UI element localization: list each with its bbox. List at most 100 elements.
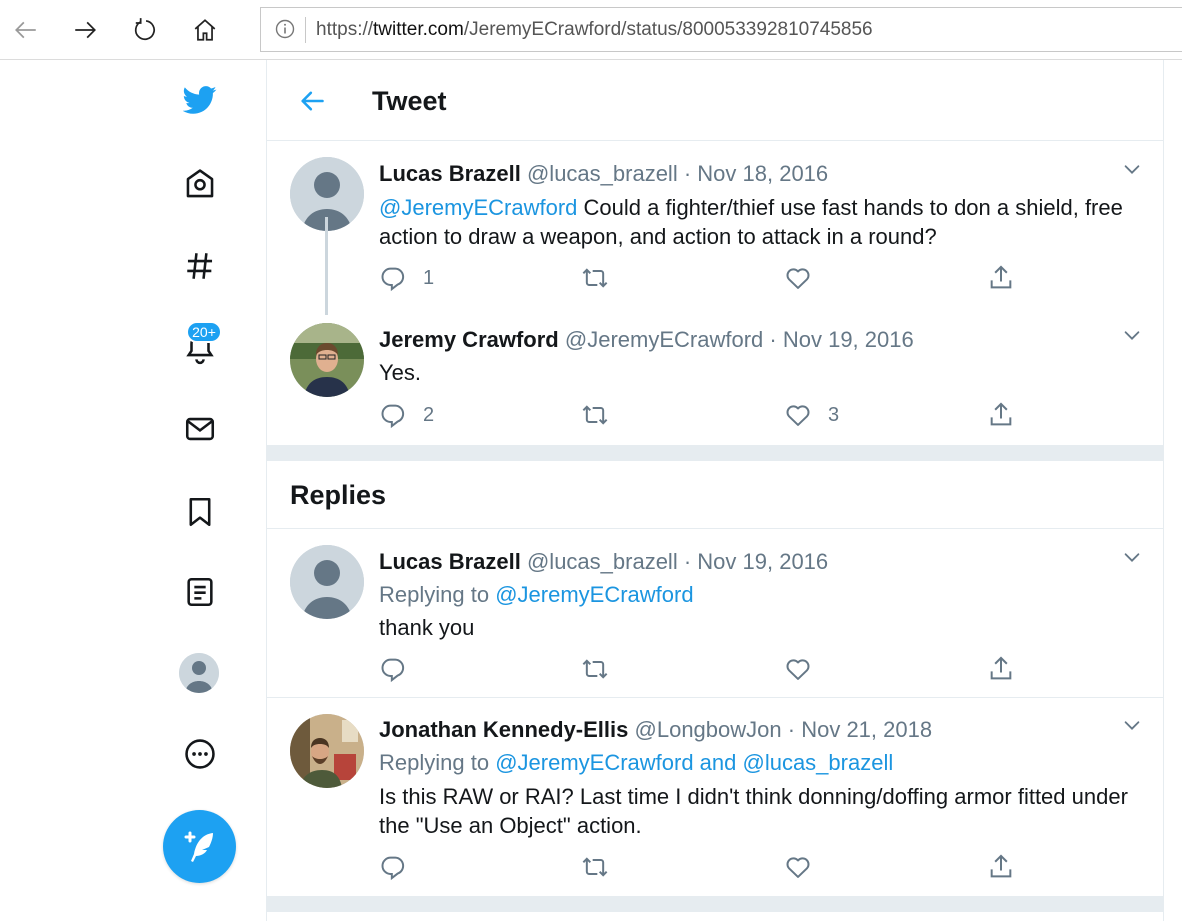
share-icon xyxy=(990,854,1012,878)
replies-heading: Replies xyxy=(290,480,387,510)
display-name[interactable]: Jeremy Crawford xyxy=(379,327,559,352)
tweet-actions: 1 xyxy=(379,262,1139,294)
like-button[interactable]: 3 xyxy=(784,399,839,431)
retweet-icon xyxy=(582,659,608,679)
user-handle[interactable]: @lucas_brazell xyxy=(527,161,678,186)
share-icon xyxy=(990,656,1012,680)
chevron-down-icon[interactable] xyxy=(1118,711,1146,739)
replying-to-label: Replying to xyxy=(379,750,496,775)
compose-tweet-button[interactable] xyxy=(163,810,236,883)
tweet-text: Yes. xyxy=(379,360,422,385)
separator-dot: · xyxy=(683,549,692,574)
info-icon[interactable] xyxy=(275,19,295,39)
tweet-header: Lucas Brazell @lucas_brazell · Nov 19, 2… xyxy=(379,549,828,575)
notification-badge: 20+ xyxy=(186,321,222,343)
tweet-item[interactable]: Jeremy Crawford @JeremyECrawford · Nov 1… xyxy=(267,305,1164,445)
user-handle[interactable]: @JeremyECrawford xyxy=(565,327,763,352)
separator-dot: · xyxy=(683,161,692,186)
retweet-button[interactable] xyxy=(581,653,609,685)
reply-button[interactable]: 1 xyxy=(379,262,434,294)
reply-count: 1 xyxy=(423,266,435,289)
profile-avatar[interactable] xyxy=(179,653,219,693)
share-button[interactable] xyxy=(987,262,1015,294)
replying-to-label: Replying to xyxy=(379,582,496,607)
share-button[interactable] xyxy=(987,851,1015,883)
tweet-actions xyxy=(379,653,1139,685)
chevron-down-icon[interactable] xyxy=(1118,321,1146,349)
refresh-icon[interactable] xyxy=(129,14,161,46)
list-icon[interactable] xyxy=(178,570,222,614)
tweet-header: Lucas Brazell @lucas_brazell · Nov 18, 2… xyxy=(379,161,828,187)
mention-link[interactable]: @JeremyECrawford and @lucas_brazell xyxy=(495,750,893,775)
user-handle[interactable]: @lucas_brazell xyxy=(527,549,678,574)
tweet-item[interactable]: Lucas Brazell @lucas_brazell · Nov 18, 2… xyxy=(267,142,1164,304)
tweet-date[interactable]: Nov 19, 2016 xyxy=(697,549,828,574)
reply-icon xyxy=(381,856,405,881)
share-icon xyxy=(990,265,1012,289)
reply-item[interactable]: Jonathan Kennedy-Ellis @LongbowJon · Nov… xyxy=(267,698,1164,896)
like-button[interactable] xyxy=(784,262,812,294)
share-button[interactable] xyxy=(987,653,1015,685)
avatar[interactable] xyxy=(290,714,364,788)
section-divider xyxy=(267,896,1164,912)
forward-arrow-icon[interactable] xyxy=(69,14,101,46)
column-header: Tweet xyxy=(267,60,1164,141)
retweet-icon xyxy=(582,405,608,425)
mention-link[interactable]: @JeremyECrawford xyxy=(379,195,577,220)
url-host: twitter.com xyxy=(373,19,464,40)
more-icon[interactable] xyxy=(178,732,222,776)
hashtag-icon[interactable] xyxy=(178,244,222,288)
mention-link[interactable]: @JeremyECrawford xyxy=(495,582,693,607)
tweet-actions: 2 3 xyxy=(379,399,1139,431)
reply-button[interactable] xyxy=(379,653,407,685)
retweet-icon xyxy=(582,857,608,877)
back-arrow-icon[interactable] xyxy=(10,14,42,46)
display-name[interactable]: Lucas Brazell xyxy=(379,549,521,574)
home-icon[interactable] xyxy=(189,14,221,46)
reply-icon xyxy=(381,267,405,292)
reply-item[interactable]: Lucas Brazell @lucas_brazell · Nov 19, 2… xyxy=(267,529,1164,697)
mail-icon[interactable] xyxy=(178,407,222,451)
like-button[interactable] xyxy=(784,851,812,883)
reply-button[interactable] xyxy=(379,851,407,883)
twitter-bird-icon[interactable] xyxy=(178,78,222,122)
avatar[interactable] xyxy=(290,323,364,397)
retweet-button[interactable] xyxy=(581,399,609,431)
tweet-text: Is this RAW or RAI? Last time I didn't t… xyxy=(379,784,1128,838)
tweet-text: @JeremyECrawford Could a fighter/thief u… xyxy=(379,193,1149,251)
home-icon[interactable] xyxy=(178,162,222,206)
chevron-down-icon[interactable] xyxy=(1118,543,1146,571)
separator-dot: · xyxy=(787,717,796,742)
thread-connector-line xyxy=(325,217,328,315)
section-divider xyxy=(267,445,1164,461)
like-count: 3 xyxy=(828,403,840,426)
reply-icon xyxy=(381,404,405,429)
replying-to: Replying to @JeremyECrawford and @lucas_… xyxy=(379,750,893,776)
avatar[interactable] xyxy=(290,545,364,619)
url-prefix: https:// xyxy=(316,19,374,40)
url-text[interactable]: https://twitter.com/JeremyECrawford/stat… xyxy=(316,19,873,41)
page-title: Tweet xyxy=(372,86,447,116)
heart-icon xyxy=(786,659,810,680)
bookmark-icon[interactable] xyxy=(178,490,222,534)
display-name[interactable]: Lucas Brazell xyxy=(379,161,521,186)
tweet-actions xyxy=(379,851,1139,883)
chevron-down-icon[interactable] xyxy=(1118,155,1146,183)
retweet-button[interactable] xyxy=(581,262,609,294)
reply-button[interactable]: 2 xyxy=(379,399,434,431)
tweet-date[interactable]: Nov 19, 2016 xyxy=(783,327,914,352)
address-bar[interactable]: https://twitter.com/JeremyECrawford/stat… xyxy=(260,7,1182,52)
like-button[interactable] xyxy=(784,653,812,685)
left-sidebar: 20+ xyxy=(0,60,266,921)
main-column: Tweet Lucas Brazell @lucas_brazell · Nov… xyxy=(266,60,1164,921)
heart-icon xyxy=(786,268,810,289)
retweet-icon xyxy=(582,268,608,288)
share-button[interactable] xyxy=(987,399,1015,431)
tweet-date[interactable]: Nov 18, 2016 xyxy=(697,161,828,186)
tweet-date[interactable]: Nov 21, 2018 xyxy=(801,717,932,742)
display-name[interactable]: Jonathan Kennedy-Ellis xyxy=(379,717,628,742)
url-path: /JeremyECrawford/status/8000533928107458… xyxy=(463,19,873,40)
user-handle[interactable]: @LongbowJon xyxy=(635,717,782,742)
retweet-button[interactable] xyxy=(581,851,609,883)
back-arrow-icon[interactable] xyxy=(295,84,329,118)
